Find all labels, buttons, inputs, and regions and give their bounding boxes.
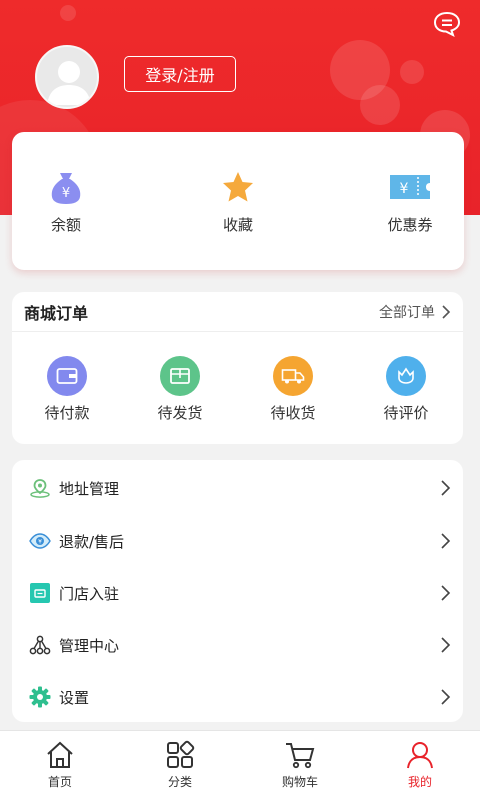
chevron-right-icon (442, 304, 451, 319)
orders-title: 商城订单 (24, 303, 89, 323)
mall-orders-card: 商城订单 全部订单 待付款 待发货 待收货 待评价 (12, 292, 463, 444)
gear-icon (28, 685, 52, 709)
menu-item-label: 管理中心 (59, 636, 120, 655)
pending-review-item[interactable]: 待评价 (361, 356, 451, 423)
grid-icon (165, 739, 195, 771)
network-icon (28, 633, 52, 657)
menu-item-store[interactable]: 门店入驻 (12, 567, 463, 619)
pending-review-label: 待评价 (383, 404, 429, 422)
menu-item-address[interactable]: 地址管理 (12, 462, 463, 514)
tab-category[interactable]: 分类 (120, 731, 240, 800)
tab-label: 分类 (167, 775, 192, 789)
package-icon (160, 356, 200, 396)
chevron-right-icon (441, 689, 451, 705)
cart-icon (284, 739, 316, 771)
wallet-card: ¥ 余额 收藏 ¥ 优惠券 (12, 132, 464, 270)
chevron-right-icon (441, 533, 451, 549)
pending-receipt-item[interactable]: 待收货 (248, 356, 338, 423)
menu-item-settings[interactable]: 设置 (12, 671, 463, 723)
pending-payment-label: 待付款 (44, 404, 90, 422)
pending-shipment-label: 待发货 (157, 404, 203, 422)
services-menu: 地址管理 ¥ 退款/售后 门店入驻 管理中心 设置 (12, 460, 463, 722)
menu-item-label: 退款/售后 (59, 532, 125, 551)
bottom-tab-bar: 首页 分类 购物车 我的 (0, 730, 480, 800)
favorites-item[interactable]: 收藏 (188, 168, 288, 235)
tab-mine[interactable]: 我的 (360, 731, 480, 800)
avatar[interactable] (35, 45, 99, 109)
svg-text:¥: ¥ (38, 539, 42, 546)
all-orders-label: 全部订单 (379, 304, 435, 321)
tab-home[interactable]: 首页 (0, 731, 120, 800)
menu-item-label: 地址管理 (59, 479, 120, 498)
coupons-item[interactable]: ¥ 优惠券 (360, 168, 460, 235)
tab-label: 我的 (407, 775, 432, 789)
chevron-right-icon (441, 637, 451, 653)
pending-payment-item[interactable]: 待付款 (22, 356, 112, 423)
orders-header: 商城订单 全部订单 (12, 292, 463, 332)
tab-label: 首页 (47, 775, 72, 789)
store-icon (28, 581, 52, 605)
balance-label: 余额 (50, 216, 81, 234)
user-icon (405, 739, 435, 771)
svg-text:¥: ¥ (62, 186, 70, 201)
wallet-icon (47, 356, 87, 396)
chevron-right-icon (441, 480, 451, 496)
menu-item-label: 门店入驻 (59, 584, 120, 603)
money-bag-icon: ¥ (51, 173, 81, 204)
balance-item[interactable]: ¥ 余额 (16, 168, 116, 235)
flower-icon (386, 356, 426, 396)
home-icon (45, 739, 75, 771)
chevron-right-icon (441, 585, 451, 601)
coupon-icon: ¥ (390, 175, 430, 199)
menu-item-refund[interactable]: ¥ 退款/售后 (12, 515, 463, 567)
truck-icon (273, 356, 313, 396)
tab-cart[interactable]: 购物车 (240, 731, 360, 800)
coupons-label: 优惠券 (387, 216, 433, 234)
pending-shipment-item[interactable]: 待发货 (135, 356, 225, 423)
svg-text:¥: ¥ (400, 181, 409, 197)
favorites-label: 收藏 (222, 216, 253, 234)
refund-eye-icon: ¥ (28, 529, 52, 553)
login-register-button[interactable]: 登录/注册 (124, 56, 236, 92)
all-orders-link[interactable]: 全部订单 (379, 302, 451, 322)
menu-item-management[interactable]: 管理中心 (12, 619, 463, 671)
star-icon (223, 172, 253, 202)
tab-label: 购物车 (281, 775, 318, 789)
menu-item-label: 设置 (59, 688, 90, 707)
message-icon[interactable] (432, 10, 462, 38)
location-icon (28, 476, 52, 500)
pending-receipt-label: 待收货 (270, 404, 316, 422)
